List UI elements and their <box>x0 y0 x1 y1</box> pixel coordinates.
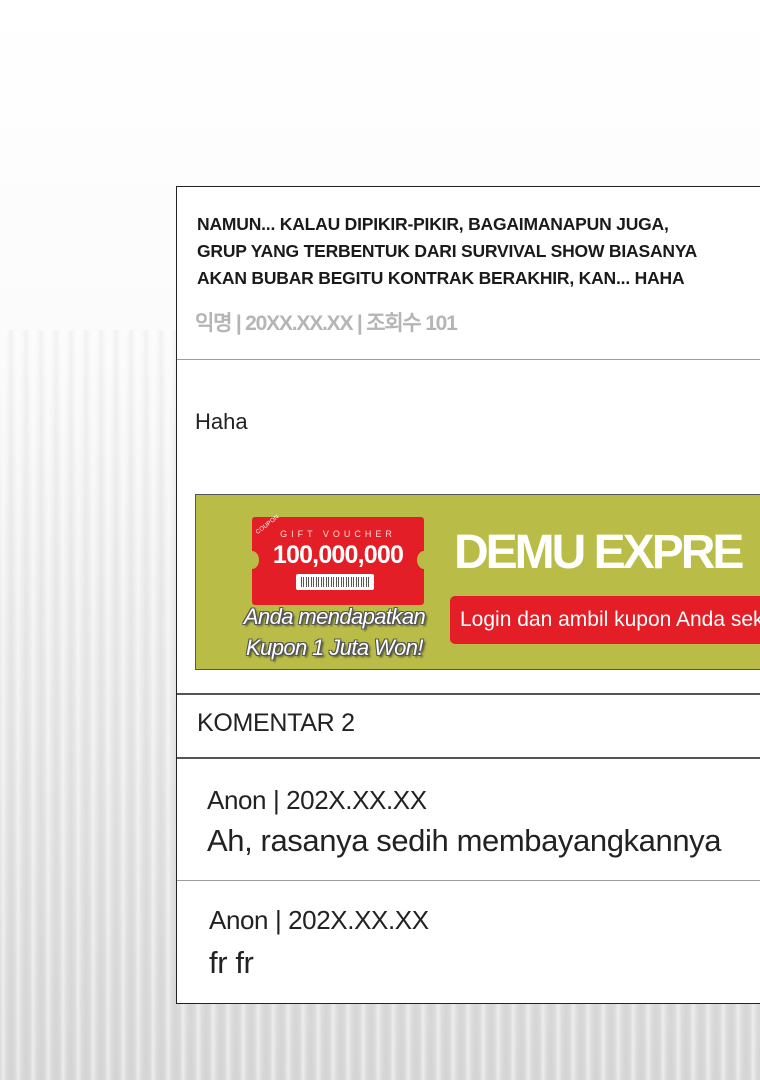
ad-caption: Anda mendapatkan Kupon 1 Juta Won! <box>232 601 437 663</box>
gift-voucher-image: COUPON GIFT VOUCHER 100,000,000 <box>245 514 431 605</box>
ad-caption-line2: Kupon 1 Juta Won! <box>246 635 424 660</box>
comments-header: KOMENTAR 2 <box>197 709 355 737</box>
comment-text: fr fr <box>209 945 254 980</box>
voucher-amount: 100,000,000 <box>272 541 404 569</box>
divider <box>177 880 760 881</box>
ad-caption-line1: Anda mendapatkan <box>243 604 426 629</box>
post-meta: 익명 | 20XX.XX.XX | 조회수 101 <box>195 312 458 335</box>
post-body: Haha <box>195 409 248 434</box>
barcode-icon <box>296 574 374 590</box>
divider <box>177 359 760 360</box>
comment-author: Anon | 202X.XX.XX <box>209 905 429 935</box>
divider <box>177 693 760 695</box>
ad-brand: DEMU EXPRE <box>454 526 744 579</box>
voucher-label: GIFT VOUCHER <box>280 529 396 539</box>
post-title: NAMUN... KALAU DIPIKIR-PIKIR, BAGAIMANAP… <box>197 214 698 288</box>
divider <box>177 757 760 759</box>
comment-author: Anon | 202X.XX.XX <box>207 785 427 815</box>
post-panel: NAMUN... KALAU DIPIKIR-PIKIR, BAGAIMANAP… <box>176 186 760 1004</box>
ad-banner[interactable]: COUPON GIFT VOUCHER 100,000,000 Anda men… <box>195 494 760 670</box>
comment-text: Ah, rasanya sedih membayangkannya <box>207 823 722 858</box>
ad-cta-button[interactable]: Login dan ambil kupon Anda sek <box>450 596 760 644</box>
